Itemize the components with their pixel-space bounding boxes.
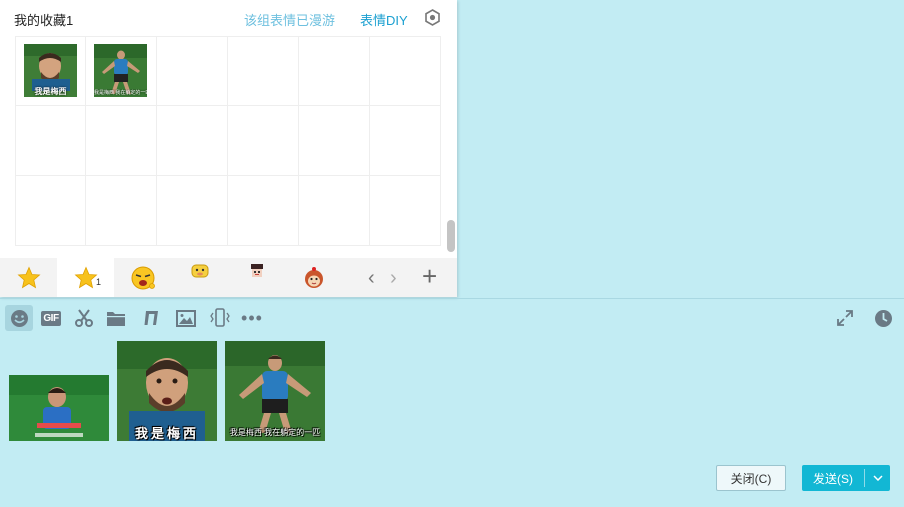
tab-prev-icon[interactable]: ‹ xyxy=(368,267,375,290)
tab-pig-emoji[interactable] xyxy=(171,258,228,297)
sticker-cell[interactable]: 我是梅西 xyxy=(15,36,86,106)
tab-my-favorites-1[interactable]: 1 xyxy=(57,258,114,297)
sticker-cell[interactable] xyxy=(157,176,228,246)
sticker-caption: 我是梅西 我在躺定的一匹 xyxy=(94,90,147,96)
shake-window-button[interactable] xyxy=(206,305,234,331)
input-image-messi-face[interactable]: 我是梅西 xyxy=(117,341,217,441)
music-button[interactable] xyxy=(137,305,165,331)
send-button[interactable]: 发送(S) xyxy=(802,465,864,491)
sticker-cell[interactable] xyxy=(370,176,441,246)
sticker-cell[interactable] xyxy=(157,106,228,176)
toolbar-divider xyxy=(0,298,904,299)
sticker-tab-bar: 1 ‹ › + xyxy=(0,258,457,297)
image-caption: 我是梅西 我在躺定的一匹 xyxy=(229,428,321,437)
sticker-cell[interactable] xyxy=(228,36,299,106)
tab-pixel-emoji[interactable] xyxy=(228,258,285,297)
emoji-button[interactable] xyxy=(5,305,33,331)
chevron-down-icon xyxy=(872,475,883,481)
tab-default-favorites[interactable] xyxy=(0,258,57,297)
send-button-group: 发送(S) xyxy=(802,465,890,491)
emoji-face-icon xyxy=(131,266,155,289)
sticker-cell[interactable] xyxy=(370,106,441,176)
monkey-emoji-icon xyxy=(304,266,323,288)
settings-icon[interactable] xyxy=(424,9,441,26)
pixel-emoji-icon xyxy=(250,263,263,277)
roam-status-link[interactable]: 该组表情已漫游 xyxy=(244,10,335,29)
sticker-grid: 我是梅西 我是梅西 我在躺定的一匹 xyxy=(15,36,441,246)
sticker-image-messi-lying xyxy=(225,341,325,441)
expand-icon xyxy=(837,310,853,326)
sticker-image-kid xyxy=(9,375,109,441)
gif-icon: GIF xyxy=(41,310,61,326)
shake-phone-icon xyxy=(210,308,230,327)
image-icon xyxy=(176,309,196,327)
more-icon: ••• xyxy=(241,308,263,328)
panel-title: 我的收藏1 xyxy=(14,13,74,28)
folder-icon xyxy=(107,311,125,326)
sticker-cell[interactable] xyxy=(370,36,441,106)
clock-icon xyxy=(874,309,892,327)
send-options-button[interactable] xyxy=(865,465,890,491)
star-icon xyxy=(74,265,97,288)
tab-next-icon[interactable]: › xyxy=(390,267,397,290)
screenshot-button[interactable] xyxy=(70,305,98,331)
add-sticker-icon[interactable]: + xyxy=(422,261,437,291)
sticker-cell[interactable] xyxy=(15,176,86,246)
tab-badge: 1 xyxy=(96,277,102,287)
sticker-panel: 我的收藏1 该组表情已漫游 表情DIY 我是梅西 我是梅西 我在躺定的一匹 1 … xyxy=(0,0,457,297)
input-image-messi-lying[interactable]: 我是梅西 我在躺定的一匹 xyxy=(225,341,325,441)
more-tools-button[interactable]: ••• xyxy=(238,305,266,331)
smiley-icon xyxy=(10,309,28,327)
tab-emoji-face[interactable] xyxy=(114,258,171,297)
gif-button[interactable]: GIF xyxy=(37,305,65,331)
expand-input-button[interactable] xyxy=(831,305,859,331)
close-button[interactable]: 关闭(C) xyxy=(716,465,786,491)
panel-scrollbar[interactable] xyxy=(447,220,455,252)
image-button[interactable] xyxy=(172,305,200,331)
sticker-cell[interactable] xyxy=(299,106,370,176)
sticker-cell[interactable] xyxy=(15,106,86,176)
sticker-caption: 我是梅西 xyxy=(34,87,67,96)
tab-monkey-emoji[interactable] xyxy=(285,258,342,297)
message-history-button[interactable] xyxy=(869,305,897,331)
sticker-cell[interactable] xyxy=(157,36,228,106)
sticker-cell[interactable] xyxy=(299,176,370,246)
sticker-cell[interactable] xyxy=(86,176,157,246)
pig-emoji-icon xyxy=(191,264,208,277)
sticker-cell[interactable]: 我是梅西 我在躺定的一匹 xyxy=(86,36,157,106)
scissors-icon xyxy=(75,309,93,327)
sticker-cell[interactable] xyxy=(299,36,370,106)
sticker-diy-link[interactable]: 表情DIY xyxy=(360,10,408,29)
sticker-cell[interactable] xyxy=(228,176,299,246)
send-file-button[interactable] xyxy=(102,305,130,331)
image-caption: 我是梅西 xyxy=(134,426,199,441)
sticker-cell[interactable] xyxy=(86,106,157,176)
input-image-kid[interactable] xyxy=(9,375,109,441)
sticker-cell[interactable] xyxy=(228,106,299,176)
star-icon xyxy=(17,265,40,288)
music-note-icon xyxy=(144,311,158,325)
